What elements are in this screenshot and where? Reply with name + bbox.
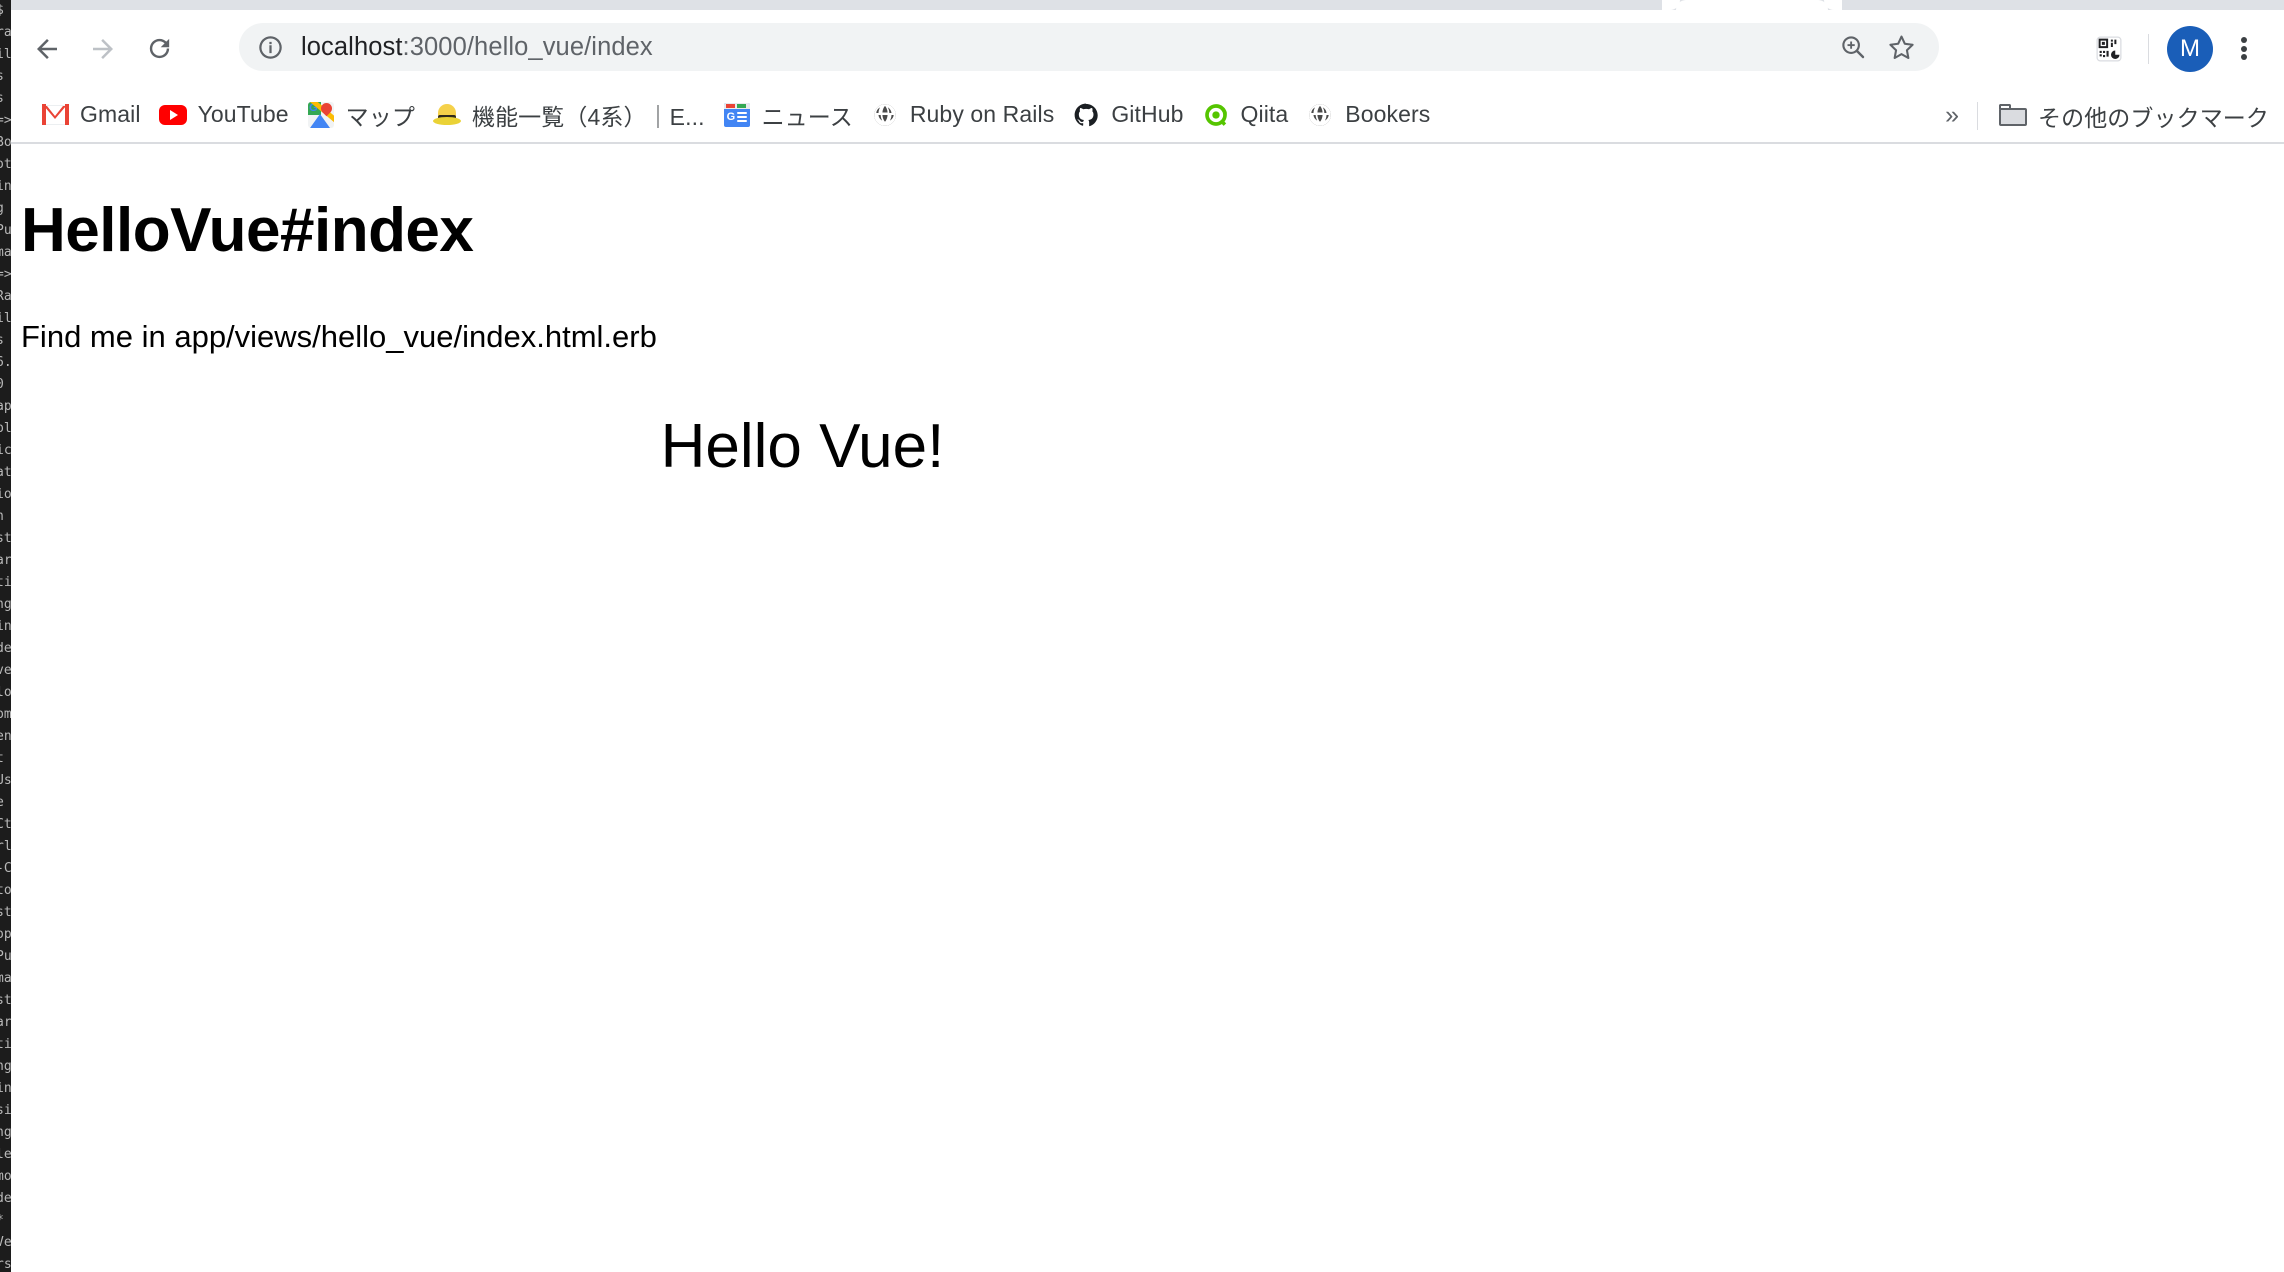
background-window-sliver: $ rails s => Booting Puma => Rails 6.0 a…: [0, 0, 11, 1272]
info-circle-icon: [258, 35, 282, 59]
bookmark-news[interactable]: G ニュース: [714, 95, 862, 135]
vue-app-container: Hello Vue!: [21, 355, 2284, 482]
url-text: localhost:3000/hello_vue/index: [301, 33, 653, 62]
other-bookmarks-label: その他のブックマーク: [2038, 104, 2269, 131]
bookmark-backlog[interactable]: 機能一覧（4系）｜E...: [424, 95, 714, 135]
background-window-text: $ rails s => Booting Puma => Rails 6.0 a…: [0, 3, 11, 1272]
bookmark-maps[interactable]: G マップ: [298, 95, 424, 135]
bookmark-label: Gmail: [80, 101, 141, 127]
bookmarks-separator: [1977, 101, 1978, 130]
reload-button[interactable]: [131, 21, 187, 77]
vue-hello-message: Hello Vue!: [660, 412, 945, 481]
bookmark-github[interactable]: GitHub: [1063, 95, 1192, 135]
bookmark-label: Qiita: [1240, 101, 1289, 127]
bookmarks-list: Gmail YouTube G マップ 機能一覧（4系）｜E... G ニュース…: [32, 95, 1439, 135]
bookmark-label: ニュース: [761, 103, 853, 130]
page-subtitle: Find me in app/views/hello_vue/index.htm…: [21, 319, 657, 354]
bookmark-label: Ruby on Rails: [909, 101, 1055, 127]
arrow-left-icon: [37, 38, 57, 59]
bookmark-ruby-on-rails[interactable]: Ruby on Rails: [862, 95, 1063, 135]
url-path: :3000/hello_vue/index: [402, 32, 653, 61]
browser-menu-button[interactable]: [2218, 23, 2270, 75]
forward-button[interactable]: [75, 21, 131, 77]
page-title: HelloVue#index: [21, 196, 474, 265]
folder-icon: [1999, 102, 2027, 130]
bookmark-bookers[interactable]: Bookers: [1297, 95, 1439, 135]
github-icon: [1072, 101, 1100, 129]
toolbar-right-actions: M: [2083, 10, 2284, 87]
bookmark-star-button[interactable]: [1877, 23, 1925, 71]
google-news-icon: G: [723, 101, 751, 129]
back-button[interactable]: [19, 21, 75, 77]
gmail-icon: [41, 101, 69, 129]
backlog-hat-icon: [432, 101, 461, 129]
bookmarks-bar-right: » その他のブックマーク: [1927, 87, 2278, 144]
avatar: M: [2167, 25, 2213, 72]
zoom-in-button[interactable]: [1829, 23, 1877, 71]
bookmarks-bar: Gmail YouTube G マップ 機能一覧（4系）｜E... G ニュース…: [11, 87, 2284, 144]
bookmark-label: Bookers: [1345, 101, 1431, 127]
tab-strip: [11, 0, 2284, 10]
bookmarks-overflow-button[interactable]: »: [1927, 101, 1977, 130]
qr-code-icon: [2096, 36, 2122, 61]
google-maps-icon: G: [307, 101, 335, 129]
address-bar[interactable]: localhost:3000/hello_vue/index: [239, 23, 1939, 71]
other-bookmarks-button[interactable]: その他のブックマーク: [1990, 96, 2278, 136]
bookmark-label: YouTube: [197, 101, 289, 127]
bookmark-label: GitHub: [1111, 101, 1184, 127]
globe-icon: [871, 101, 899, 129]
qiita-icon: [1202, 101, 1230, 129]
zoom-in-icon: [1842, 36, 1865, 59]
active-tab[interactable]: [1662, 0, 1842, 10]
site-info-icon[interactable]: [255, 32, 285, 62]
bookmark-label: 機能一覧（4系）｜E...: [471, 103, 705, 130]
star-icon: [1888, 34, 1914, 59]
arrow-right-icon: [93, 38, 113, 59]
reload-icon: [149, 38, 169, 59]
browser-toolbar: localhost:3000/hello_vue/index M: [11, 10, 2284, 87]
bookmark-qiita[interactable]: Qiita: [1193, 95, 1298, 135]
bookmark-youtube[interactable]: YouTube: [150, 95, 298, 135]
qr-code-button[interactable]: [2083, 23, 2135, 75]
bookmark-gmail[interactable]: Gmail: [32, 95, 150, 135]
profile-avatar-button[interactable]: M: [2162, 21, 2218, 77]
bookmark-label: マップ: [345, 103, 415, 130]
toolbar-divider: [2148, 33, 2149, 64]
youtube-icon: [158, 101, 187, 129]
globe-icon: [1306, 101, 1334, 129]
page-viewport: HelloVue#index Find me in app/views/hell…: [11, 144, 2284, 1272]
three-dot-menu-icon: [2241, 35, 2247, 63]
url-host: localhost: [301, 32, 403, 61]
browser-window: localhost:3000/hello_vue/index M Gmail Y…: [11, 0, 2284, 1272]
omnibox-actions: [1829, 23, 1925, 71]
